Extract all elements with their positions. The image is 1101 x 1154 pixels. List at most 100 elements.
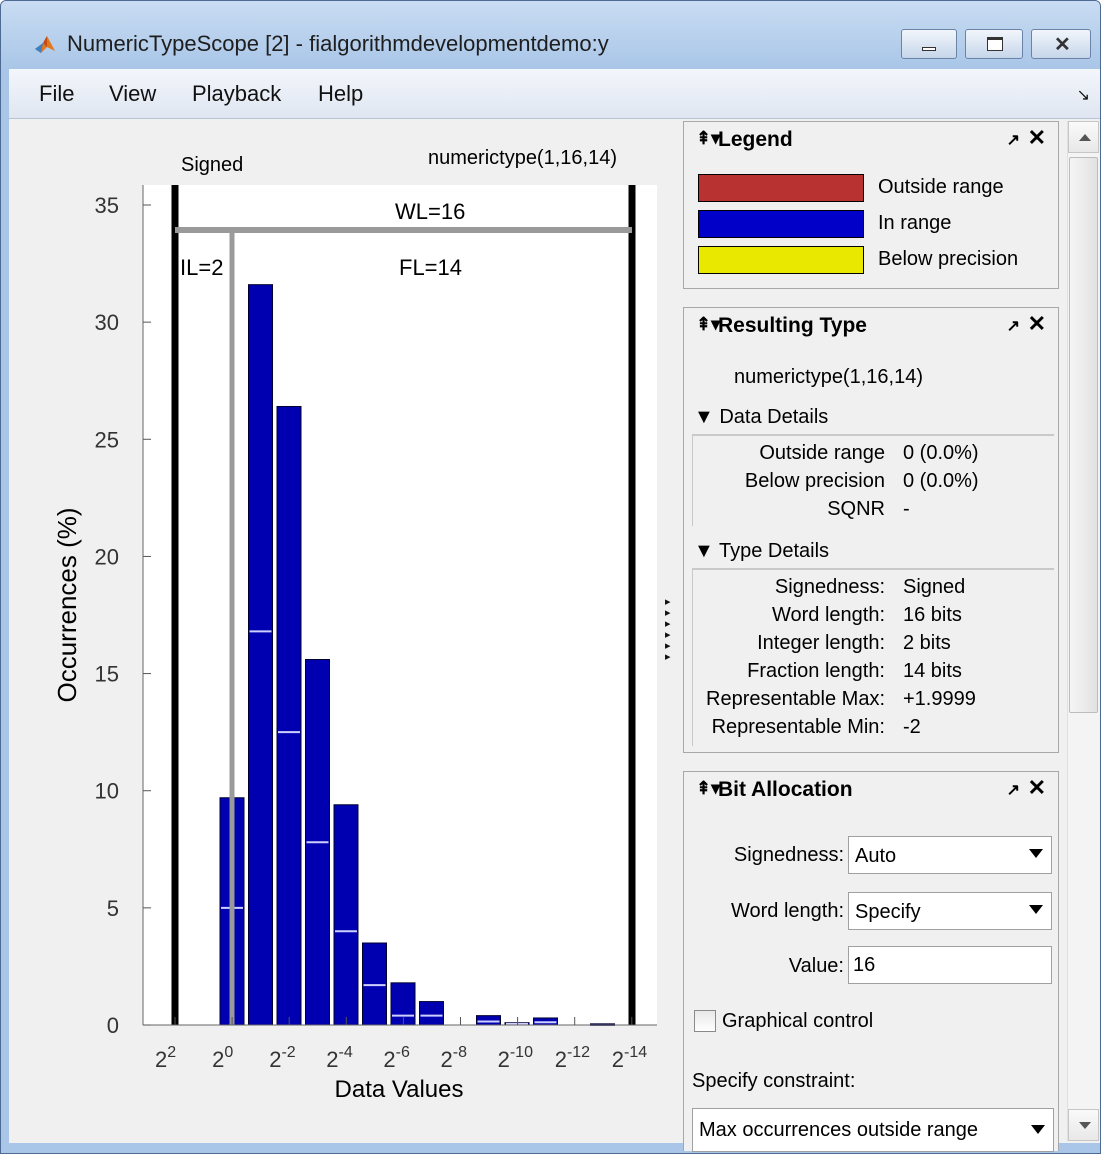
- x-tick-label: 2-14: [612, 1044, 647, 1072]
- data-detail-row: Outside range 0 (0.0%): [693, 440, 1053, 468]
- scrollbar-thumb[interactable]: [1069, 157, 1098, 713]
- x-tick-label: 2-6: [383, 1044, 410, 1072]
- x-tick-label: 2-2: [269, 1044, 296, 1072]
- undock-icon[interactable]: ↗: [1007, 780, 1020, 800]
- menu-file[interactable]: File: [39, 81, 74, 107]
- collapse-pin-icon[interactable]: ⇞▾: [696, 778, 720, 799]
- histogram-bar: [333, 804, 359, 1026]
- y-tick-label: 0: [107, 1013, 119, 1038]
- type-detail-label: Representable Max:: [706, 688, 885, 710]
- chevron-down-icon: [1029, 849, 1043, 858]
- data-detail-row: Below precision 0 (0.0%): [693, 468, 1053, 496]
- y-tick-label: 15: [95, 662, 119, 687]
- close-icon[interactable]: ✕: [1028, 311, 1046, 337]
- collapse-panels-handle[interactable]: ▸ ▸ ▸ ▸ ▸ ▸: [665, 597, 677, 663]
- x-tick-label: 2-10: [498, 1044, 533, 1072]
- graphical-control-checkbox[interactable]: [694, 1010, 716, 1032]
- word-length-label: Word length:: [730, 900, 844, 922]
- fl-label: FL=14: [399, 255, 462, 280]
- x-tick-label: 20: [212, 1044, 233, 1072]
- scroll-up-button[interactable]: [1068, 121, 1099, 153]
- legend-swatch: [698, 210, 864, 238]
- minimize-icon: [922, 47, 936, 51]
- data-detail-label: SQNR: [827, 498, 885, 520]
- panel-scrollbar[interactable]: [1067, 121, 1099, 1141]
- bit-allocation-panel: ⇞▾ Bit Allocation ↗ ✕ Signedness: Auto W…: [683, 771, 1059, 1152]
- data-details-label: Data Details: [719, 406, 829, 428]
- type-detail-value: Signed: [903, 576, 966, 598]
- chevron-down-icon: [1031, 1125, 1045, 1134]
- type-detail-label: Representable Min:: [711, 716, 885, 738]
- constraint-select[interactable]: Max occurrences outside range: [692, 1108, 1054, 1152]
- undock-icon[interactable]: ↗: [1007, 130, 1020, 150]
- x-tick-label: 2-8: [441, 1044, 468, 1072]
- minimize-button[interactable]: [901, 29, 957, 59]
- data-details-header[interactable]: ▼ Data Details: [694, 406, 828, 429]
- close-icon: ✕: [1054, 34, 1071, 56]
- resulting-type-string: numerictype(1,16,14): [734, 366, 923, 388]
- type-detail-value: -2: [903, 716, 921, 738]
- y-tick-label: 10: [95, 779, 119, 804]
- signedness-label: Signedness:: [733, 844, 844, 866]
- close-window-button[interactable]: ✕: [1031, 29, 1091, 59]
- type-detail-row: Fraction length: 14 bits: [693, 658, 1053, 686]
- type-detail-label: Integer length:: [757, 632, 885, 654]
- legend-label: In range: [878, 212, 952, 234]
- scope-window: NumericTypeScope [2] - fialgorithmdevelo…: [0, 0, 1101, 1154]
- legend-panel-title: Legend: [718, 128, 793, 151]
- x-tick-label: 22: [155, 1044, 176, 1072]
- legend-panel-header[interactable]: ⇞▾ Legend ↗ ✕: [684, 122, 1058, 158]
- type-details-header[interactable]: ▼ Type Details: [694, 540, 829, 563]
- y-axis-label: Occurrences (%): [52, 507, 82, 702]
- y-tick-label: 5: [107, 896, 119, 921]
- data-detail-label: Outside range: [759, 442, 885, 464]
- menu-help[interactable]: Help: [318, 81, 363, 107]
- histogram-bar: [248, 284, 273, 1026]
- bit-allocation-panel-title: Bit Allocation: [718, 778, 853, 801]
- menu-view[interactable]: View: [109, 81, 156, 107]
- constraint-label: Specify constraint:: [692, 1070, 856, 1092]
- collapse-pin-icon[interactable]: ⇞▾: [696, 128, 720, 149]
- menu-playback[interactable]: Playback: [192, 81, 281, 107]
- undock-icon[interactable]: ↗: [1007, 316, 1020, 336]
- y-tick-label: 35: [95, 193, 119, 218]
- histogram-pane: 0 5 10 15 20 25 30 35 22 20 2-2 2-4 2-6 2-8 2-10 2-12 2…: [9, 119, 681, 1143]
- bit-allocation-panel-header[interactable]: ⇞▾ Bit Allocation ↗ ✕: [684, 772, 1058, 808]
- type-detail-row: Representable Min: -2: [693, 714, 1053, 742]
- dock-arrow-icon[interactable]: ↘: [1077, 85, 1090, 105]
- x-axis-label: Data Values: [335, 1076, 464, 1103]
- y-tick-label: 20: [95, 544, 119, 569]
- signedness-value: Auto: [855, 845, 897, 867]
- close-icon[interactable]: ✕: [1028, 775, 1046, 801]
- graphical-control-label[interactable]: Graphical control: [722, 1010, 873, 1033]
- type-detail-label: Signedness:: [774, 576, 885, 598]
- resulting-type-panel-header[interactable]: ⇞▾ Resulting Type ↗ ✕: [684, 308, 1058, 344]
- data-details-box: Outside range 0 (0.0%) Below precision 0…: [692, 434, 1054, 526]
- x-tick-label: 2-4: [326, 1044, 353, 1072]
- close-icon[interactable]: ✕: [1028, 125, 1046, 151]
- collapse-pin-icon[interactable]: ⇞▾: [696, 314, 720, 335]
- signed-label: Signed: [181, 154, 243, 176]
- histogram-bar: [276, 405, 302, 1026]
- signedness-select[interactable]: Auto: [848, 836, 1052, 874]
- word-length-select[interactable]: Specify: [848, 892, 1052, 930]
- word-length-value-input[interactable]: [848, 946, 1052, 984]
- maximize-icon: [987, 37, 1003, 51]
- maximize-button[interactable]: [965, 29, 1023, 59]
- scroll-down-button[interactable]: [1068, 1109, 1099, 1141]
- arrow-up-icon: [1079, 134, 1091, 141]
- legend-panel: ⇞▾ Legend ↗ ✕ Outside range In range Bel…: [683, 121, 1059, 289]
- data-detail-value: 0 (0.0%): [903, 442, 979, 464]
- type-detail-value: 16 bits: [903, 604, 962, 626]
- legend-swatch: [698, 246, 864, 274]
- y-tick-label: 25: [95, 427, 119, 452]
- window-title: NumericTypeScope [2] - fialgorithmdevelo…: [67, 31, 609, 56]
- il-label: IL=2: [180, 255, 223, 280]
- type-detail-value: 2 bits: [903, 632, 951, 654]
- legend-label: Below precision: [878, 248, 1019, 270]
- title-bar[interactable]: NumericTypeScope [2] - fialgorithmdevelo…: [1, 1, 1100, 69]
- type-detail-label: Fraction length:: [747, 660, 885, 682]
- wl-label: WL=16: [395, 199, 465, 224]
- arrow-down-icon: [1079, 1122, 1091, 1129]
- type-details-box: Signedness: Signed Word length: 16 bits …: [692, 568, 1054, 746]
